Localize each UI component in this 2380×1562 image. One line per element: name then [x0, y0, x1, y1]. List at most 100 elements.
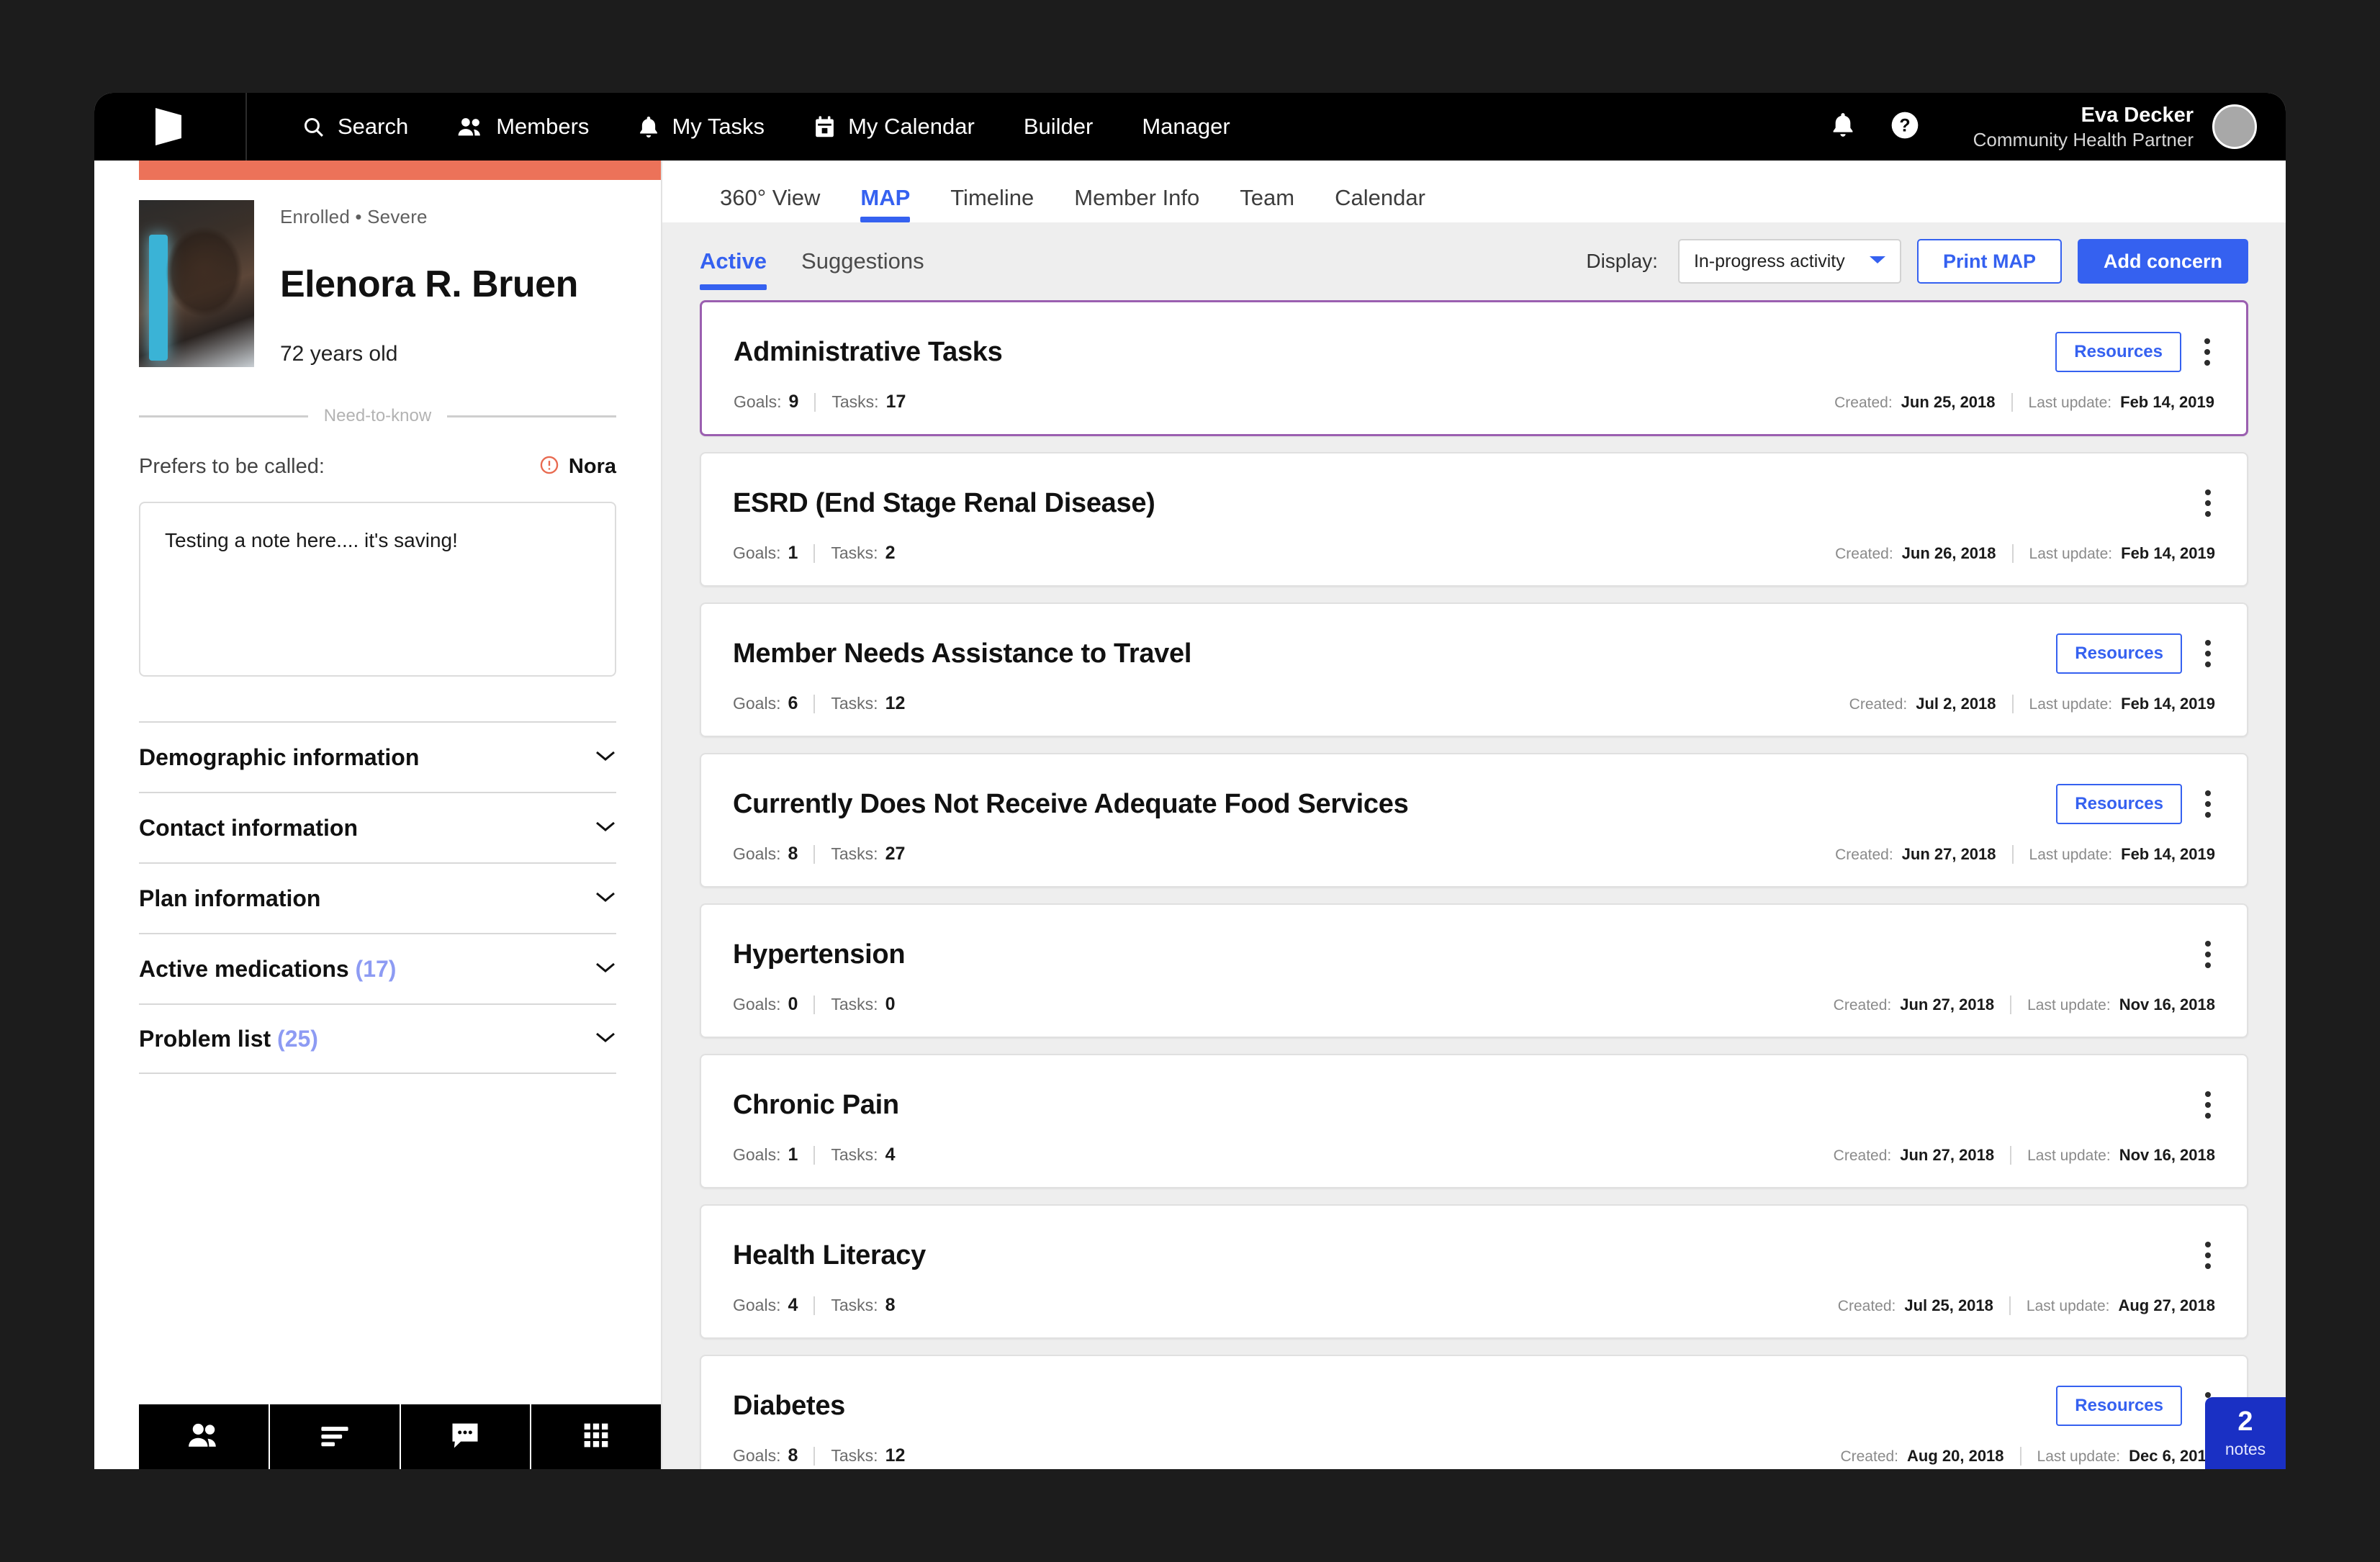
- nav-item-my-tasks[interactable]: My Tasks: [613, 93, 789, 161]
- nav-item-label: Members: [496, 114, 590, 139]
- goals-count: 9: [788, 392, 799, 412]
- bottom-bar-members-button[interactable]: [139, 1404, 270, 1469]
- created-label: Created:: [1837, 1297, 1896, 1314]
- tasks-label: Tasks:: [831, 1296, 878, 1314]
- tasks-count: 8: [885, 1295, 896, 1315]
- nav-item-search[interactable]: Search: [277, 93, 433, 161]
- concern-card[interactable]: ESRD (End Stage Renal Disease) Goals: 1 T…: [700, 452, 2248, 587]
- tab-map[interactable]: MAP: [840, 185, 930, 222]
- nav-item-my-calendar[interactable]: My Calendar: [789, 93, 999, 161]
- resources-button[interactable]: Resources: [2056, 1386, 2182, 1426]
- bottom-bar-notes-button[interactable]: [269, 1404, 401, 1469]
- display-filter-value: In-progress activity: [1693, 250, 1845, 271]
- subtab-suggestions[interactable]: Suggestions: [801, 227, 924, 296]
- sidebar-item-contact-information[interactable]: Contact information: [139, 792, 616, 862]
- print-map-label: Print MAP: [1942, 250, 2036, 272]
- concern-title: Health Literacy: [733, 1240, 926, 1270]
- help-button[interactable]: ?: [1874, 93, 1936, 161]
- nav-item-builder[interactable]: Builder: [999, 93, 1118, 161]
- concern-overflow-menu-icon[interactable]: [2200, 334, 2214, 370]
- created-label: Created:: [1834, 394, 1893, 411]
- member-sidebar: Enrolled • Severe Elenora R. Bruen 72 ye…: [94, 161, 662, 1469]
- created-label: Created:: [1840, 1448, 1899, 1465]
- bottom-bar-apps-button[interactable]: [531, 1404, 661, 1469]
- divider: [2011, 543, 2014, 563]
- concern-card[interactable]: Chronic Pain Goals: 1 Tasks: 4 Created: Jun…: [700, 1054, 2248, 1188]
- concern-card[interactable]: Member Needs Assistance to Travel Resour…: [700, 602, 2248, 737]
- resources-button[interactable]: Resources: [2055, 332, 2181, 372]
- bell-icon: [1831, 112, 1855, 142]
- application-window: Search Members My Tasks My Calendar Buil…: [94, 93, 2286, 1469]
- concern-overflow-menu-icon[interactable]: [2201, 636, 2215, 672]
- tab-team[interactable]: Team: [1220, 185, 1315, 222]
- concern-card[interactable]: Currently Does Not Receive Adequate Food…: [700, 753, 2248, 888]
- print-map-button[interactable]: Print MAP: [1916, 239, 2062, 284]
- sidebar-item-problem-list[interactable]: Problem list (25): [139, 1003, 616, 1074]
- tasks-label: Tasks:: [831, 543, 878, 562]
- divider: [2010, 1145, 2012, 1165]
- concern-card[interactable]: Diabetes Resources Goals: 8 Tasks: 12 Crea…: [700, 1355, 2248, 1469]
- goals-label: Goals:: [733, 694, 781, 713]
- chevron-down-icon: [1868, 254, 1887, 269]
- concern-overflow-menu-icon[interactable]: [2201, 1087, 2215, 1123]
- concern-overflow-menu-icon[interactable]: [2201, 936, 2215, 972]
- created-date: Jun 27, 2018: [1900, 995, 1995, 1014]
- concern-card[interactable]: Health Literacy Goals: 4 Tasks: 8 Created:…: [700, 1204, 2248, 1339]
- goals-count: 8: [788, 844, 798, 864]
- nav-item-members[interactable]: Members: [433, 93, 613, 161]
- subtab-active[interactable]: Active: [700, 227, 767, 296]
- concern-overflow-menu-icon[interactable]: [2201, 1237, 2215, 1273]
- tasks-count: 12: [885, 693, 906, 713]
- concern-overflow-menu-icon[interactable]: [2201, 786, 2215, 822]
- concern-card[interactable]: Administrative Tasks Resources Goals: 9 T…: [700, 300, 2248, 436]
- resources-button[interactable]: Resources: [2056, 784, 2182, 824]
- last-update-label: Last update:: [2026, 1297, 2110, 1314]
- goals-count: 6: [788, 693, 798, 713]
- sidebar-bottom-toolbar: [139, 1404, 661, 1469]
- last-update-label: Last update:: [2028, 394, 2112, 411]
- sidebar-item-plan-information[interactable]: Plan information: [139, 862, 616, 933]
- member-meta: Enrolled • Severe Elenora R. Bruen 72 ye…: [280, 200, 578, 367]
- sidebar-item-active-medications[interactable]: Active medications (17): [139, 933, 616, 1003]
- user-identity: Eva Decker Community Health Partner: [1973, 102, 2194, 152]
- chevron-down-icon: [595, 820, 616, 836]
- goals-count: 4: [788, 1295, 798, 1315]
- tasks-label: Tasks:: [831, 995, 878, 1014]
- concern-overflow-menu-icon[interactable]: [2201, 485, 2215, 521]
- tab-label: Timeline: [950, 185, 1035, 210]
- tab-timeline[interactable]: Timeline: [930, 185, 1054, 222]
- last-update-date: Feb 14, 2019: [2121, 694, 2215, 713]
- tab-calendar[interactable]: Calendar: [1315, 185, 1446, 222]
- last-update-date: Dec 6, 2018: [2129, 1446, 2215, 1465]
- nav-item-label: Builder: [1023, 114, 1094, 139]
- created-label: Created:: [1833, 1147, 1892, 1164]
- app-logo[interactable]: [94, 93, 247, 161]
- sidebar-item-demographic-information[interactable]: Demographic information: [139, 721, 616, 792]
- add-concern-button[interactable]: Add concern: [2077, 239, 2248, 284]
- display-filter-select[interactable]: In-progress activity: [1677, 239, 1901, 284]
- nav-item-manager[interactable]: Manager: [1117, 93, 1254, 161]
- resources-button[interactable]: Resources: [2056, 633, 2182, 674]
- tab-360-view[interactable]: 360° View: [700, 185, 840, 222]
- tab-member-info[interactable]: Member Info: [1054, 185, 1220, 222]
- last-update-label: Last update:: [2037, 1448, 2121, 1465]
- display-label: Display:: [1586, 250, 1658, 272]
- notes-count: 2: [2237, 1406, 2253, 1437]
- notifications-button[interactable]: [1812, 93, 1874, 161]
- tab-label: 360° View: [720, 185, 821, 210]
- notes-badge[interactable]: 2 notes: [2205, 1397, 2286, 1469]
- divider: [813, 1296, 816, 1315]
- last-update-date: Nov 16, 2018: [2119, 995, 2215, 1014]
- people-icon: [457, 115, 484, 139]
- flag-logo-icon: [155, 108, 181, 145]
- user-menu[interactable]: Eva Decker Community Health Partner: [1973, 102, 2257, 152]
- bottom-bar-chat-button[interactable]: [400, 1404, 532, 1469]
- need-to-know-note[interactable]: Testing a note here.... it's saving!: [139, 502, 616, 677]
- concern-card[interactable]: Hypertension Goals: 0 Tasks: 0 Created: Jun…: [700, 903, 2248, 1038]
- search-icon: [302, 115, 325, 139]
- created-date: Jun 26, 2018: [1901, 543, 1996, 562]
- created-date: Jun 25, 2018: [1901, 392, 1996, 411]
- divider: [813, 1446, 816, 1466]
- created-date: Jul 25, 2018: [1904, 1296, 1993, 1314]
- goals-label: Goals:: [733, 543, 781, 562]
